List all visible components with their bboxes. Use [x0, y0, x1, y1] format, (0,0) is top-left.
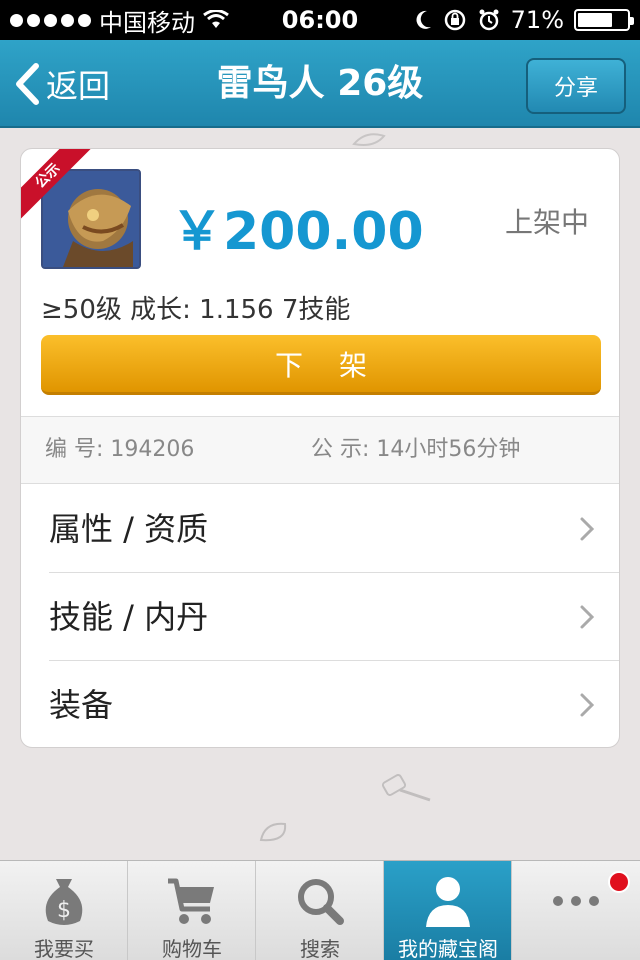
- leaf-decoration-icon: [352, 133, 386, 146]
- menu-item-label: 装备: [49, 686, 114, 724]
- status-badge: 上架中: [504, 206, 589, 239]
- chevron-right-icon: [580, 517, 595, 541]
- hammer-decoration-icon: [381, 774, 431, 802]
- pet-avatar[interactable]: [41, 169, 141, 269]
- chevron-right-icon: [580, 605, 595, 629]
- alarm-icon: [479, 9, 499, 31]
- publicity-time: 公 示: 14小时56分钟: [311, 437, 521, 462]
- menu-item-label: 技能 / 内丹: [49, 598, 209, 636]
- search-icon: [298, 879, 344, 925]
- menu-item-attributes[interactable]: 属性 / 资质: [21, 485, 619, 573]
- leaf-decoration-icon: [259, 822, 287, 842]
- tab-buy[interactable]: $ 我要买: [0, 861, 128, 960]
- moon-icon: [416, 10, 431, 29]
- back-button[interactable]: 返回: [14, 40, 110, 128]
- divider: [21, 483, 619, 484]
- orientation-lock-icon: [444, 9, 465, 31]
- money-bag-icon: $: [45, 879, 83, 925]
- chevron-right-icon: [580, 693, 595, 717]
- menu-item-equipment[interactable]: 装备: [21, 661, 619, 747]
- menu-item-skills[interactable]: 技能 / 内丹: [21, 573, 619, 661]
- nav-bar: 返回 雷鸟人 26级 分享: [0, 40, 640, 128]
- back-label: 返回: [46, 67, 111, 105]
- tab-search[interactable]: 搜索: [256, 861, 384, 960]
- svg-text:$: $: [57, 898, 71, 923]
- item-card: 公示 ￥200.00 上架中 ≥50级 成长: 1.156 7技能 下架 编 号…: [20, 148, 620, 748]
- cart-icon: [168, 878, 214, 924]
- chevron-left-icon: [16, 63, 39, 105]
- tab-label: 我的藏宝阁: [398, 937, 498, 960]
- tab-more[interactable]: [512, 861, 640, 960]
- pet-portrait-icon: [43, 171, 139, 267]
- item-id: 编 号: 194206: [45, 437, 195, 462]
- info-row: 编 号: 194206 公 示: 14小时56分钟: [21, 417, 619, 483]
- price-label: ￥200.00: [171, 202, 424, 262]
- tab-label: 搜索: [300, 937, 340, 960]
- menu-item-label: 属性 / 资质: [49, 510, 209, 548]
- share-button[interactable]: 分享: [526, 58, 626, 114]
- user-icon: [426, 877, 470, 927]
- tab-cart[interactable]: 购物车: [128, 861, 256, 960]
- more-icon: [553, 896, 599, 906]
- tab-bar: $ 我要买 购物车 搜索 我的藏宝阁: [0, 860, 640, 960]
- battery-percent: 71%: [510, 6, 564, 34]
- tab-label: 购物车: [162, 937, 222, 960]
- item-meta: ≥50级 成长: 1.156 7技能: [41, 295, 351, 325]
- status-bar: 中国移动 06:00 71%: [0, 0, 640, 40]
- status-right: 71%: [413, 0, 634, 40]
- tab-label: 我要买: [34, 937, 94, 960]
- notification-badge: [608, 871, 630, 893]
- takedown-button[interactable]: 下架: [41, 335, 601, 395]
- battery-icon: [574, 9, 634, 31]
- battery-level: [578, 13, 613, 27]
- tab-my-treasure[interactable]: 我的藏宝阁: [384, 861, 512, 960]
